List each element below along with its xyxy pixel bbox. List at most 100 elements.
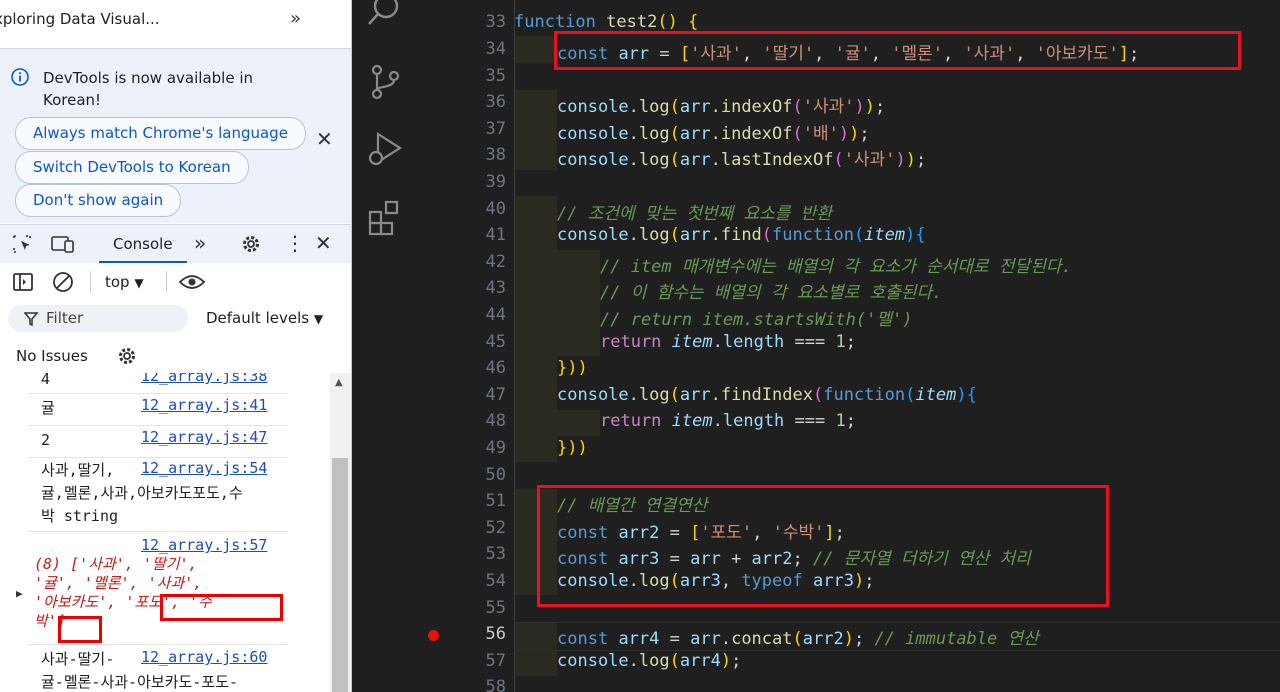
filter-bar: Filter Default levels ▼ bbox=[0, 301, 351, 337]
run-and-debug-icon[interactable] bbox=[366, 128, 406, 168]
highlight-box bbox=[537, 485, 1109, 607]
console-settings-gear-icon[interactable] bbox=[116, 345, 138, 367]
code-line-41[interactable]: console.log(arr.find(function(item){ bbox=[557, 225, 926, 245]
extensions-icon[interactable] bbox=[366, 198, 406, 238]
line-number: 37 bbox=[485, 119, 506, 139]
line-number: 41 bbox=[485, 225, 506, 245]
log-source-link[interactable]: 12_array.js:38 bbox=[141, 373, 267, 385]
settings-gear-icon[interactable] bbox=[240, 233, 262, 255]
line-number: 45 bbox=[485, 332, 506, 352]
code-line-33[interactable]: function test2() { bbox=[514, 12, 698, 32]
code-line-44[interactable]: // return item.startsWith('멜') bbox=[600, 305, 912, 330]
line-number: 57 bbox=[485, 651, 506, 671]
issues-status[interactable]: No Issues bbox=[16, 347, 88, 365]
line-number: 32 bbox=[420, 0, 506, 2]
console-log-row: 귤 12_array.js:41 bbox=[28, 393, 288, 426]
highlight-box bbox=[554, 31, 1241, 70]
code-line-47[interactable]: console.log(arr.findIndex(function(item)… bbox=[557, 385, 977, 405]
line-number-active: 56 bbox=[485, 624, 506, 644]
code-line-57[interactable]: console.log(arr4); bbox=[557, 651, 741, 671]
search-icon[interactable] bbox=[366, 0, 406, 32]
log-levels-select[interactable]: Default levels ▼ bbox=[206, 309, 323, 327]
scrollbar-thumb[interactable] bbox=[332, 458, 348, 692]
line-number: 53 bbox=[485, 544, 506, 564]
log-source-link[interactable]: 12_array.js:60 bbox=[141, 648, 268, 666]
log-value: 귤 bbox=[41, 399, 55, 417]
filter-input[interactable]: Filter bbox=[8, 305, 188, 332]
console-log-row: 2 12_array.js:47 bbox=[28, 425, 288, 458]
line-number: 35 bbox=[485, 66, 506, 86]
filter-funnel-icon bbox=[24, 312, 38, 326]
highlight-box bbox=[160, 594, 283, 621]
devtools-tab-bar: Console » ⋮ ✕ bbox=[0, 224, 351, 264]
notice-message: DevTools is now available in Korean! bbox=[43, 69, 253, 109]
line-number: 50 bbox=[485, 465, 506, 485]
chevron-double-right-icon[interactable]: » bbox=[290, 8, 301, 29]
kebab-menu-icon[interactable]: ⋮ bbox=[285, 231, 305, 255]
activity-bar bbox=[352, 0, 420, 692]
always-match-language-button[interactable]: Always match Chrome's language bbox=[15, 117, 306, 150]
toolbar-divider bbox=[90, 271, 91, 293]
code-line-40[interactable]: // 조건에 맞는 첫번째 요소를 반환 bbox=[557, 199, 832, 224]
line-number: 55 bbox=[485, 598, 506, 618]
log-source-link[interactable]: 12_array.js:41 bbox=[141, 396, 267, 414]
line-number: 42 bbox=[485, 252, 506, 272]
code-line-56[interactable]: const arr4 = arr.concat(arr2); // immuta… bbox=[557, 624, 1039, 649]
device-toolbar-icon[interactable] bbox=[50, 234, 76, 254]
eye-icon[interactable] bbox=[178, 272, 206, 292]
language-notice: DevTools is now available in Korean! Alw… bbox=[0, 48, 351, 223]
code-line-42[interactable]: // item 매개변수에는 배열의 각 요소가 순서대로 전달된다. bbox=[600, 252, 1072, 277]
indent-highlight bbox=[557, 250, 600, 356]
more-tabs-icon[interactable]: » bbox=[194, 231, 206, 255]
code-line-45[interactable]: return item.length === 1; bbox=[600, 332, 856, 352]
code-line-46[interactable]: })) bbox=[557, 358, 588, 378]
line-number: 38 bbox=[485, 145, 506, 165]
console-log-row: 사과-딸기- 귤-멜론-사과-아보카도-포도- 12_array.js:60 bbox=[28, 645, 288, 692]
line-number: 34 bbox=[485, 39, 506, 59]
log-source-link[interactable]: 12_array.js:47 bbox=[141, 428, 267, 446]
console-scrollbar[interactable]: ▲ bbox=[330, 373, 351, 692]
line-number: 54 bbox=[485, 571, 506, 591]
indent-guide bbox=[514, 0, 515, 692]
code-line-37[interactable]: console.log(arr.indexOf('배')); bbox=[557, 119, 870, 144]
line-number: 46 bbox=[485, 358, 506, 378]
console-log-row: 4 12_array.js:38 bbox=[28, 373, 288, 394]
code-line-38[interactable]: console.log(arr.lastIndexOf('사과')); bbox=[557, 145, 926, 170]
caret-down-icon: ▼ bbox=[134, 276, 144, 290]
line-number: 33 bbox=[485, 12, 506, 32]
code-line-43[interactable]: // 이 함수는 배열의 각 요소별로 호출된다. bbox=[600, 278, 942, 303]
code-line-48[interactable]: return item.length === 1; bbox=[600, 411, 856, 431]
line-number: 47 bbox=[485, 385, 506, 405]
context-select[interactable]: top ▼ bbox=[105, 273, 144, 291]
devtools-panel: xploring Data Visual... » DevTools is no… bbox=[0, 0, 352, 692]
dont-show-again-button[interactable]: Don't show again bbox=[15, 184, 182, 217]
line-number: 49 bbox=[485, 438, 506, 458]
scroll-up-arrow-icon[interactable]: ▲ bbox=[335, 377, 343, 388]
log-source-link[interactable]: 12_array.js:57 bbox=[141, 536, 267, 554]
code-line-36[interactable]: console.log(arr.indexOf('사과')); bbox=[557, 92, 885, 117]
inspect-element-icon[interactable] bbox=[12, 234, 34, 254]
close-icon[interactable]: ✕ bbox=[316, 127, 333, 151]
code-editor[interactable]: 32 33 34 35 36 37 38 39 40 41 42 43 44 4… bbox=[420, 0, 1280, 692]
sidebar-toggle-icon[interactable] bbox=[12, 272, 34, 292]
switch-to-korean-button[interactable]: Switch DevTools to Korean bbox=[15, 151, 249, 184]
indent-highlight bbox=[514, 196, 557, 462]
info-icon bbox=[11, 68, 29, 86]
line-number: 51 bbox=[485, 491, 506, 511]
filter-placeholder: Filter bbox=[46, 309, 84, 327]
clear-console-icon[interactable] bbox=[52, 271, 74, 293]
close-devtools-icon[interactable]: ✕ bbox=[315, 231, 332, 255]
tab-console[interactable]: Console bbox=[99, 225, 187, 264]
code-line-49[interactable]: })) bbox=[557, 438, 588, 458]
console-log-row: 사과,딸기, 귤,멜론,사과,아보카도포도,수 박 string 12_arra… bbox=[28, 457, 288, 532]
console-toolbar: top ▼ bbox=[0, 263, 351, 301]
highlight-box bbox=[58, 616, 102, 643]
indent-highlight bbox=[514, 90, 557, 170]
window-title: xploring Data Visual... bbox=[0, 10, 160, 28]
log-source-link[interactable]: 12_array.js:54 bbox=[141, 459, 268, 477]
source-control-icon[interactable] bbox=[366, 62, 406, 102]
devtools-title-bar: xploring Data Visual... » bbox=[0, 0, 351, 40]
line-number: 48 bbox=[485, 411, 506, 431]
expand-triangle-icon[interactable]: ▶ bbox=[16, 587, 23, 600]
toolbar-divider bbox=[166, 271, 167, 293]
